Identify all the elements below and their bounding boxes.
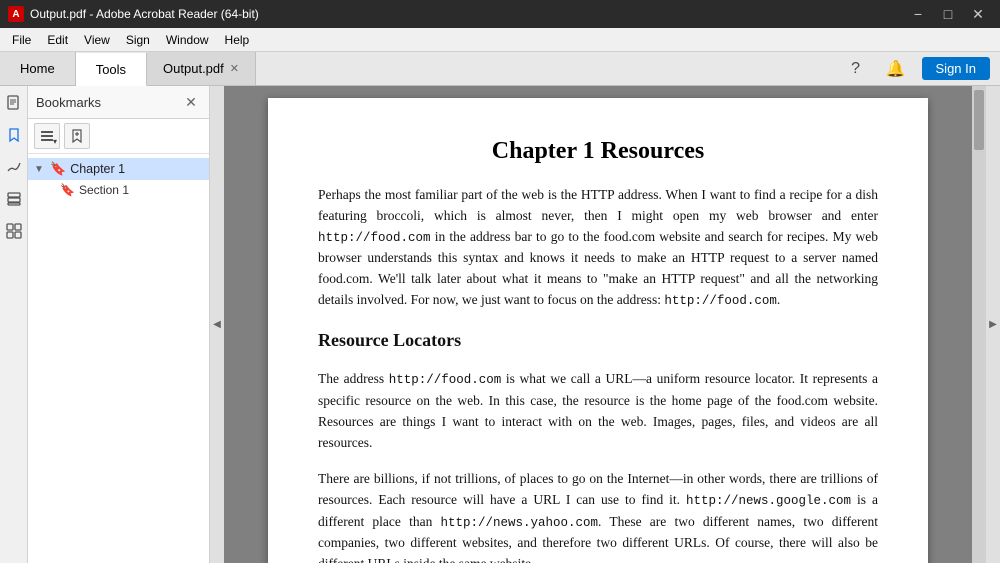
tab-tools[interactable]: Tools <box>76 53 147 86</box>
chapter-title: Chapter 1 Resources <box>318 138 878 165</box>
para3-url2: http://news.yahoo.com <box>441 516 599 530</box>
tab-file[interactable]: Output.pdf ✕ <box>147 52 256 85</box>
help-button[interactable]: ? <box>842 55 870 83</box>
chapter1-chevron: ▼ <box>34 164 48 175</box>
paragraph-3: There are billions, if not trillions, of… <box>318 469 878 563</box>
para1-text1: Perhaps the most familiar part of the we… <box>318 187 878 223</box>
para2-start: The address <box>318 371 389 386</box>
bookmarks-panel: Bookmarks ✕ ▾ ▼ 🔖 Chapter 1 🔖 Section 1 <box>28 86 210 563</box>
chapter1-label: Chapter 1 <box>70 162 125 176</box>
section1-icon: 🔖 <box>60 183 75 197</box>
menu-sign[interactable]: Sign <box>118 31 158 49</box>
para1-url2: http://food.com <box>664 294 777 308</box>
title-bar-text: Output.pdf - Adobe Acrobat Reader (64-bi… <box>30 7 904 21</box>
section-title: Resource Locators <box>318 327 878 355</box>
bookmarks-title: Bookmarks <box>36 95 181 110</box>
pdf-body: Perhaps the most familiar part of the we… <box>318 185 878 563</box>
sign-in-button[interactable]: Sign In <box>922 57 990 80</box>
sidebar-more-button[interactable] <box>1 218 27 244</box>
bookmark-section1[interactable]: 🔖 Section 1 <box>28 180 209 200</box>
tab-file-label: Output.pdf <box>163 61 224 76</box>
bookmarks-close-button[interactable]: ✕ <box>181 92 201 112</box>
sidebar-icons <box>0 86 28 563</box>
bookmarks-add-button[interactable] <box>64 123 90 149</box>
main-layout: Bookmarks ✕ ▾ ▼ 🔖 Chapter 1 🔖 Section 1 <box>0 86 1000 563</box>
scrollbar[interactable] <box>972 86 986 563</box>
pdf-page: Chapter 1 Resources Perhaps the most fam… <box>268 98 928 563</box>
menu-view[interactable]: View <box>76 31 118 49</box>
tab-bar: Home Tools Output.pdf ✕ ? 🔔 Sign In <box>0 52 1000 86</box>
menu-edit[interactable]: Edit <box>39 31 76 49</box>
sidebar-layers-button[interactable] <box>1 186 27 212</box>
menu-window[interactable]: Window <box>158 31 217 49</box>
bookmark-chapter1[interactable]: ▼ 🔖 Chapter 1 <box>28 158 209 180</box>
bookmarks-view-options-button[interactable]: ▾ <box>34 123 60 149</box>
sidebar-pages-button[interactable] <box>1 90 27 116</box>
para2-url: http://food.com <box>389 373 502 387</box>
tab-bar-right: ? 🔔 Sign In <box>256 52 1000 85</box>
app-icon: A <box>8 6 24 22</box>
tab-file-close[interactable]: ✕ <box>230 62 239 75</box>
para1-end: . <box>777 292 780 307</box>
para1-url1: http://food.com <box>318 231 431 245</box>
collapse-right-button[interactable]: ▶ <box>986 86 1000 563</box>
section1-label: Section 1 <box>79 183 129 197</box>
menu-file[interactable]: File <box>4 31 39 49</box>
bookmarks-header: Bookmarks ✕ <box>28 86 209 119</box>
maximize-button[interactable]: □ <box>934 0 962 28</box>
notifications-button[interactable]: 🔔 <box>882 55 910 83</box>
sidebar-signatures-button[interactable] <box>1 154 27 180</box>
title-bar: A Output.pdf - Adobe Acrobat Reader (64-… <box>0 0 1000 28</box>
collapse-left-button[interactable]: ◀ <box>210 86 224 563</box>
menu-bar: File Edit View Sign Window Help <box>0 28 1000 52</box>
minimize-button[interactable]: − <box>904 0 932 28</box>
paragraph-2: The address http://food.com is what we c… <box>318 369 878 453</box>
menu-help[interactable]: Help <box>217 31 258 49</box>
paragraph-1: Perhaps the most familiar part of the we… <box>318 185 878 311</box>
bookmarks-list: ▼ 🔖 Chapter 1 🔖 Section 1 <box>28 154 209 563</box>
chapter1-icon: 🔖 <box>50 161 66 177</box>
tab-home[interactable]: Home <box>0 52 76 85</box>
close-button[interactable]: ✕ <box>964 0 992 28</box>
scrollbar-thumb[interactable] <box>974 90 984 150</box>
bookmarks-toolbar: ▾ <box>28 119 209 154</box>
title-bar-controls: − □ ✕ <box>904 0 992 28</box>
content-area: Chapter 1 Resources Perhaps the most fam… <box>224 86 986 563</box>
para3-url1: http://news.google.com <box>686 494 851 508</box>
sidebar-bookmarks-button[interactable] <box>1 122 27 148</box>
